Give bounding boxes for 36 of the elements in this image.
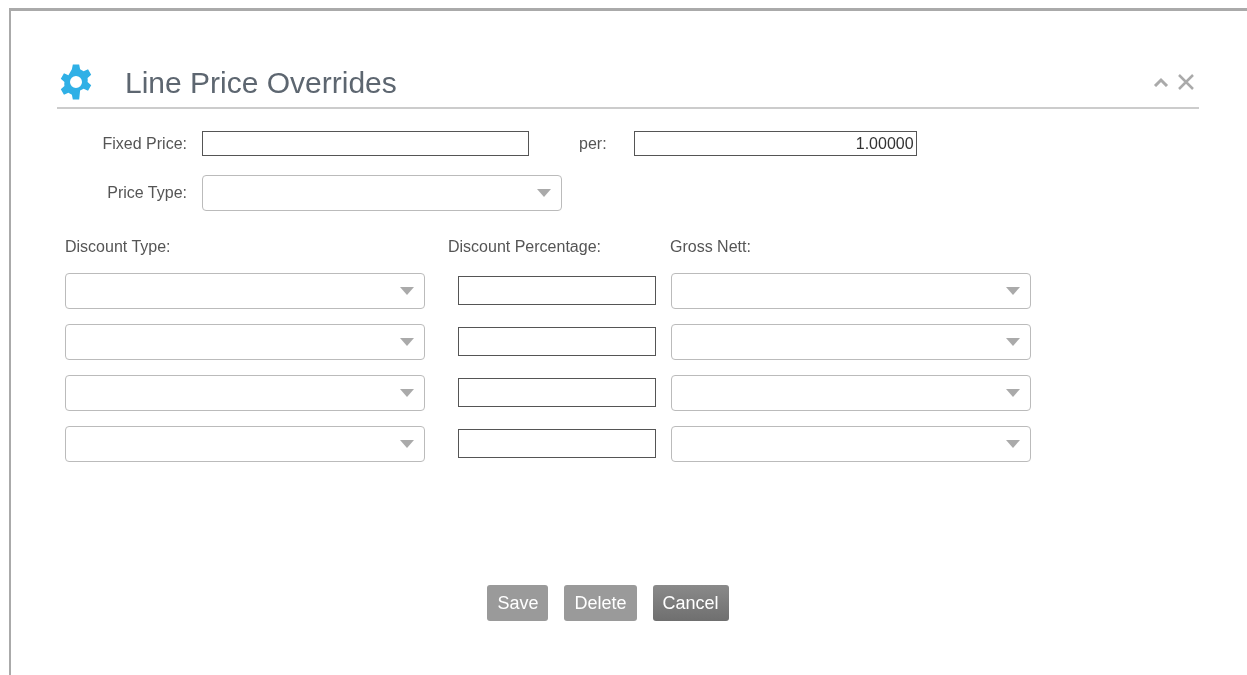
action-button[interactable]: Cancel [652,585,729,621]
caret-icon [400,439,414,448]
dropdown-field[interactable] [202,175,562,211]
caret-icon [400,286,414,295]
close-icon[interactable] [1177,73,1195,91]
caret-icon [400,388,414,397]
input-field[interactable]: 1.00000 [633,131,917,156]
action-button[interactable]: Delete [564,585,637,621]
dropdown-field[interactable] [65,323,425,360]
column-label: Discount Percentage: [448,237,602,257]
field-label: Price Type: [106,183,187,203]
caret-icon [400,337,414,346]
dropdown-field[interactable] [65,425,425,462]
dropdown-field[interactable] [671,323,1031,360]
caret-icon [1006,439,1020,448]
input-field[interactable] [458,378,656,407]
caret-icon [1006,388,1020,397]
dropdown-field[interactable] [671,272,1031,309]
dropdown-field[interactable] [671,374,1031,411]
dropdown-field[interactable] [65,272,425,309]
collapse-icon[interactable] [1153,77,1169,87]
column-label: Gross Nett: [670,237,752,257]
dropdown-field[interactable] [671,425,1031,462]
caret-icon [1006,286,1020,295]
dropdown-field[interactable] [65,374,425,411]
input-field[interactable] [458,327,656,356]
field-label: per: [579,133,607,154]
input-field[interactable] [202,131,529,156]
caret-icon [537,189,551,197]
column-label: Discount Type: [65,237,172,257]
action-button[interactable]: Save [487,585,549,621]
dialog-title: Line Price Overrides [125,64,397,101]
input-field[interactable] [458,429,656,458]
input-field[interactable] [458,276,656,305]
field-label: Fixed Price: [101,133,187,154]
caret-icon [1006,337,1020,346]
